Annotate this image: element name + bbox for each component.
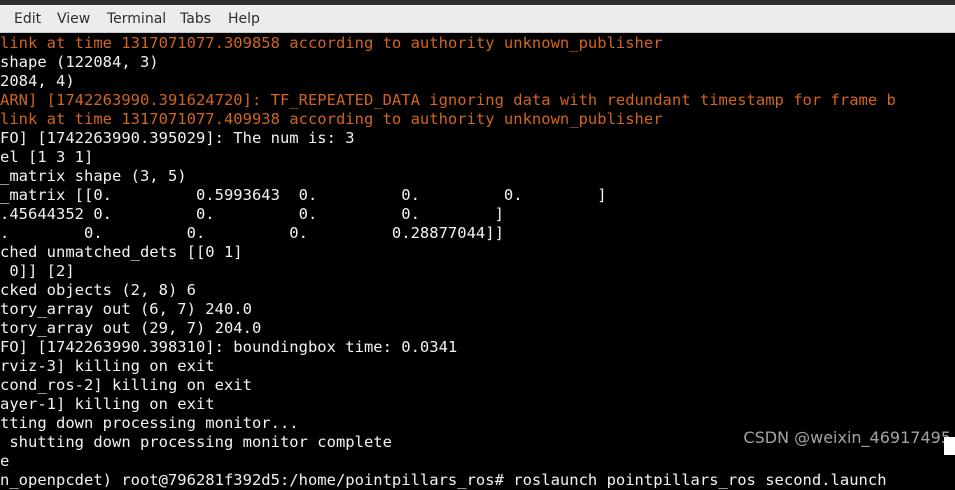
terminal-line: el [1 3 1] bbox=[0, 148, 94, 166]
terminal-line: tting down processing monitor... bbox=[0, 414, 299, 432]
menu-view[interactable]: View bbox=[57, 11, 90, 27]
terminal-line: link at time 1317071077.309858 according… bbox=[0, 34, 663, 52]
terminal-line: ayer-1] killing on exit bbox=[0, 395, 215, 413]
terminal-window: Edit View Terminal Tabs Help link at tim… bbox=[0, 0, 955, 490]
menu-tabs[interactable]: Tabs bbox=[180, 11, 211, 27]
terminal-line: ARN] [1742263990.391624720]: TF_REPEATED… bbox=[0, 91, 896, 109]
terminal-line: cond_ros-2] killing on exit bbox=[0, 376, 252, 394]
terminal-line: tory_array out (6, 7) 240.0 bbox=[0, 300, 252, 318]
terminal-line: cked objects (2, 8) 6 bbox=[0, 281, 196, 299]
menu-help[interactable]: Help bbox=[228, 11, 260, 27]
terminal-line: ched unmatched_dets [[0 1] bbox=[0, 243, 243, 261]
menu-terminal[interactable]: Terminal bbox=[107, 11, 166, 27]
terminal-prompt-line: n_openpcdet) root@796281f392d5:/home/poi… bbox=[0, 471, 887, 489]
terminal-line: 2084, 4) bbox=[0, 72, 75, 90]
terminal-line: link at time 1317071077.409938 according… bbox=[0, 110, 663, 128]
menu-bar: Edit View Terminal Tabs Help bbox=[0, 5, 955, 33]
terminal-line: _matrix [[0. 0.5993643 0. 0. 0. ] bbox=[0, 186, 607, 204]
terminal-line: shape (122084, 3) bbox=[0, 53, 159, 71]
terminal-line: e bbox=[0, 452, 10, 470]
terminal-output[interactable]: link at time 1317071077.309858 according… bbox=[0, 33, 955, 490]
text-cursor bbox=[944, 437, 955, 455]
terminal-line: .45644352 0. 0. 0. 0. ] bbox=[0, 205, 504, 223]
terminal-line: 0]] [2] bbox=[0, 262, 75, 280]
terminal-line: FO] [1742263990.395029]: The num is: 3 bbox=[0, 129, 355, 147]
terminal-line: FO] [1742263990.398310]: boundingbox tim… bbox=[0, 338, 458, 356]
watermark: CSDN @weixin_46917495 bbox=[743, 428, 951, 447]
terminal-line: . 0. 0. 0. 0.28877044]] bbox=[0, 224, 504, 242]
terminal-line: tory_array out (29, 7) 204.0 bbox=[0, 319, 262, 337]
terminal-line: rviz-3] killing on exit bbox=[0, 357, 215, 375]
terminal-line: shutting down processing monitor complet… bbox=[0, 433, 392, 451]
terminal-line: _matrix shape (3, 5) bbox=[0, 167, 187, 185]
menu-edit[interactable]: Edit bbox=[14, 11, 41, 27]
